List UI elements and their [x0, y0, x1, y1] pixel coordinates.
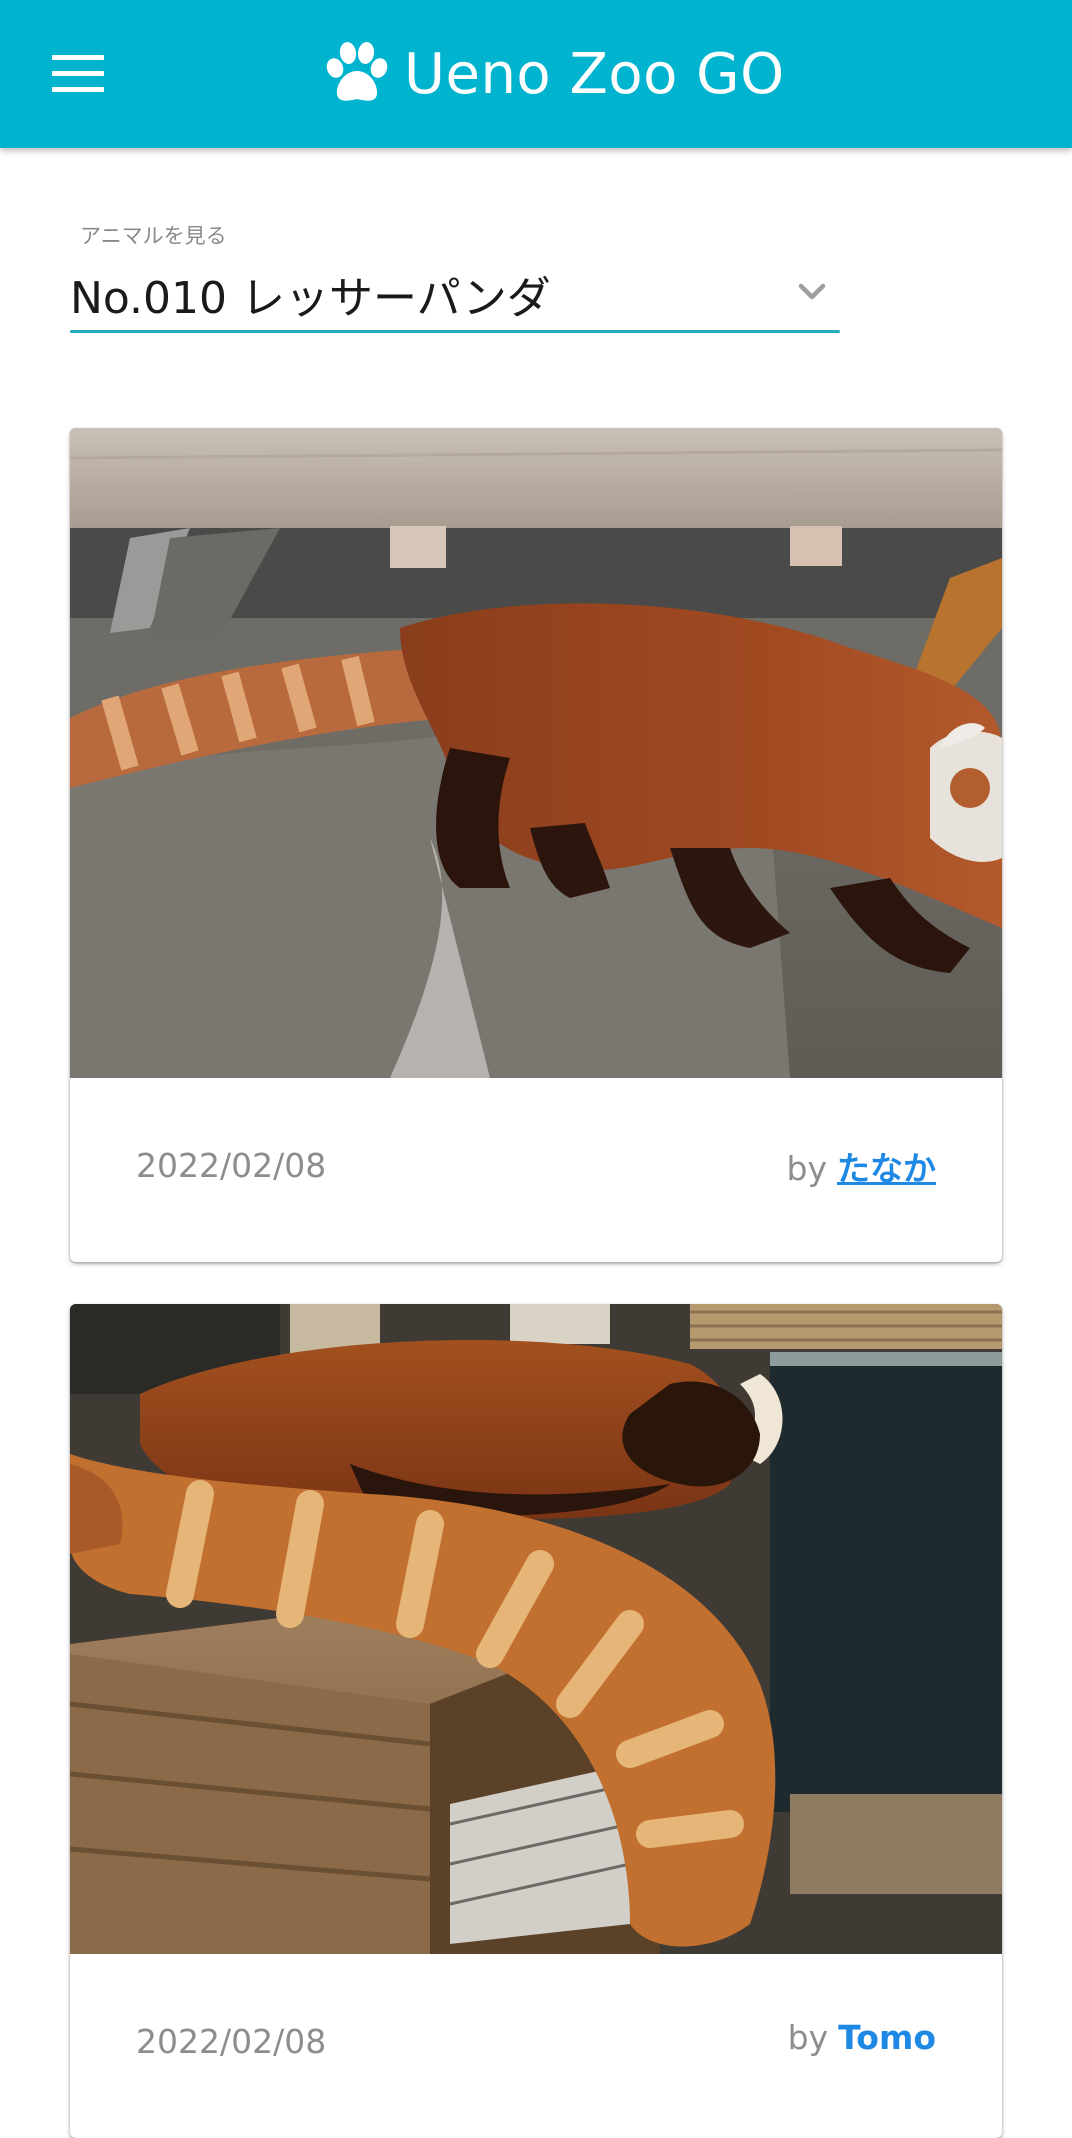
post-photo[interactable] [70, 1304, 1002, 1954]
post-byline: by Tomo [788, 2018, 936, 2057]
app-bar: Ueno Zoo GO [0, 0, 1072, 148]
post-photo[interactable] [70, 428, 1002, 1078]
post-card: 2022/02/08 by たなか [70, 428, 1002, 1262]
author-link[interactable]: Tomo [838, 2018, 936, 2057]
animal-select-label: アニマルを見る [80, 224, 227, 248]
menu-button[interactable] [42, 42, 114, 106]
chevron-down-icon[interactable] [798, 282, 826, 302]
select-underline [70, 330, 840, 333]
red-panda-photo [70, 428, 1002, 1078]
post-card: 2022/02/08 by Tomo [70, 1304, 1002, 2138]
byline-by: by [787, 2018, 829, 2057]
author-link[interactable]: たなか [837, 1149, 936, 1188]
post-date: 2022/02/08 [136, 1146, 327, 1185]
byline-by: by [786, 1149, 827, 1188]
paw-icon [326, 42, 388, 101]
post-meta: 2022/02/08 by たなか [70, 1078, 1002, 1262]
post-date: 2022/02/08 [136, 2022, 327, 2061]
brand[interactable]: Ueno Zoo GO [322, 30, 785, 118]
post-byline: by たなか [787, 1142, 936, 1190]
red-panda-photo [70, 1304, 1002, 1954]
app-title: Ueno Zoo GO [404, 41, 785, 107]
animal-select[interactable]: アニマルを見る No.010 レッサーパンダ [70, 214, 840, 334]
post-meta: 2022/02/08 by Tomo [70, 1954, 1002, 2138]
animal-select-value[interactable]: No.010 レッサーパンダ [70, 262, 551, 326]
hamburger-menu-icon [52, 55, 104, 92]
